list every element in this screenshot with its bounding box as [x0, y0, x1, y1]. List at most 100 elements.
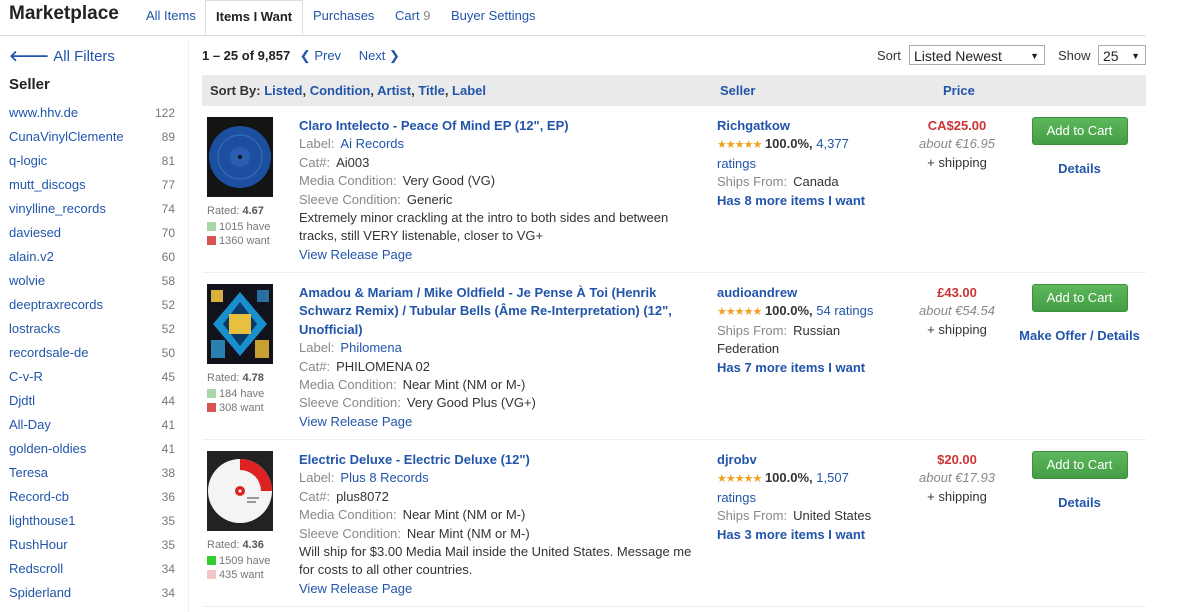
want-text: 435 want [219, 569, 264, 581]
seller-filter-item[interactable]: Teresa 38 [9, 461, 175, 485]
show-select[interactable]: 25 ▼ [1098, 45, 1146, 65]
media-key: Media Condition: [299, 507, 397, 523]
seller-filter-count: 58 [161, 274, 175, 288]
seller-filter-item[interactable]: deeptraxrecords 52 [9, 293, 175, 317]
seller-filter-name: lostracks [9, 321, 61, 336]
seller-filter-count: 70 [161, 226, 175, 240]
sort-listed-link[interactable]: Listed [264, 83, 302, 98]
add-to-cart-button[interactable]: Add to Cart [1031, 451, 1128, 479]
seller-column-header[interactable]: Seller [720, 83, 755, 98]
release-title-link[interactable]: Claro Intelecto - Peace Of Mind EP (12",… [299, 118, 569, 133]
more-items-link[interactable]: Has 7 more items I want [717, 360, 865, 375]
item-price: £43.00 [937, 285, 977, 300]
seller-filter-item[interactable]: wolvie 58 [9, 269, 175, 293]
view-release-link[interactable]: View Release Page [299, 414, 412, 429]
seller-filter-item[interactable]: Spiderland 34 [9, 581, 175, 605]
seller-filter-count: 41 [161, 442, 175, 456]
seller-filter-item[interactable]: daviesed 70 [9, 221, 175, 245]
ratings-count-link[interactable]: 4,377 [816, 136, 849, 151]
seller-filter-item[interactable]: lighthouse1 35 [9, 509, 175, 533]
have-count: 184 have [207, 388, 264, 401]
release-thumbnail[interactable] [207, 117, 273, 197]
seller-filter-name: All-Day [9, 417, 51, 432]
seller-filter-item[interactable]: CunaVinylClemente 89 [9, 125, 175, 149]
seller-filter-item[interactable]: recordsale-de 50 [9, 341, 175, 365]
record-cover-icon [207, 117, 273, 197]
details-link[interactable]: Details [1017, 161, 1142, 176]
add-to-cart-button[interactable]: Add to Cart [1031, 117, 1128, 145]
ratings-count-link[interactable]: 1,507 [816, 470, 849, 485]
seller-filter-count: 41 [161, 418, 175, 432]
view-release-link[interactable]: View Release Page [299, 581, 412, 596]
sort-condition-link[interactable]: Condition [310, 83, 371, 98]
next-page-link[interactable]: Next ❯ [359, 48, 400, 63]
all-filters-link[interactable]: 🡐 All Filters [9, 46, 115, 65]
more-items-link[interactable]: Has 3 more items I want [717, 527, 865, 542]
cat-value: Ai003 [336, 154, 370, 170]
want-swatch [207, 236, 216, 245]
tab-cart[interactable]: Cart 9 [395, 8, 430, 23]
seller-name-link[interactable]: audioandrew [717, 285, 797, 300]
seller-filter-item[interactable]: Djdtl 44 [9, 389, 175, 413]
sort-by-label: Sort By: [210, 83, 261, 98]
converted-price: about €54.54 [919, 303, 995, 319]
sleeve-key: Sleeve Condition: [299, 395, 401, 411]
tab-items-i-want[interactable]: Items I Want [205, 0, 304, 35]
seller-name-link[interactable]: djrobv [717, 452, 757, 467]
make-offer-details-link[interactable]: Make Offer / Details [1017, 328, 1142, 343]
converted-price: about €16.95 [919, 136, 995, 152]
next-label: Next [358, 48, 386, 63]
rated-label: Rated: [207, 539, 240, 551]
ships-from-value: United States [793, 508, 872, 524]
add-to-cart-button[interactable]: Add to Cart [1031, 284, 1128, 312]
seller-percent: 100.0%, [764, 136, 813, 152]
seller-filter-item[interactable]: mutt_discogs 77 [9, 173, 175, 197]
seller-filter-count: 34 [161, 586, 175, 600]
seller-filter-item[interactable]: lostracks 52 [9, 317, 175, 341]
tab-purchases[interactable]: Purchases [313, 8, 374, 23]
seller-filter-item[interactable]: golden-oldies 41 [9, 437, 175, 461]
label-key: Label: [299, 340, 335, 356]
release-title-link[interactable]: Electric Deluxe - Electric Deluxe (12") [299, 452, 530, 467]
details-link[interactable]: Details [1017, 495, 1142, 510]
seller-filter-item[interactable]: vinylline_records 74 [9, 197, 175, 221]
seller-comment: Will ship for $3.00 Media Mail inside th… [299, 544, 692, 578]
seller-filter-item[interactable]: RushHour 35 [9, 533, 175, 557]
label-link[interactable]: Plus 8 Records [340, 470, 428, 485]
ratings-word-link[interactable]: ratings [717, 490, 756, 505]
item-info: Claro Intelecto - Peace Of Mind EP (12",… [299, 117, 694, 264]
cat-value: PHILOMENA 02 [336, 358, 431, 374]
release-thumbnail[interactable] [207, 284, 273, 364]
tab-all-items[interactable]: All Items [146, 8, 196, 23]
release-title-link[interactable]: Amadou & Mariam / Mike Oldfield - Je Pen… [299, 285, 672, 337]
sort-artist-link[interactable]: Artist [377, 83, 411, 98]
seller-filter-name: alain.v2 [9, 249, 54, 264]
view-release-link[interactable]: View Release Page [299, 247, 412, 262]
seller-filter-item[interactable]: www.hhv.de 122 [9, 101, 175, 125]
seller-filter-item[interactable]: All-Day 41 [9, 413, 175, 437]
seller-filter-count: 50 [161, 346, 175, 360]
table-row: Rated: 4.36 1509 have 435 want Electric … [202, 441, 1146, 607]
ratings-word-link[interactable]: ratings [717, 156, 756, 171]
sort-title-link[interactable]: Title [418, 83, 445, 98]
tab-buyer-settings[interactable]: Buyer Settings [451, 8, 536, 23]
sort-select-value: Listed Newest [914, 48, 1002, 64]
price-column-header[interactable]: Price [943, 83, 975, 98]
prev-page-link[interactable]: ❮ Prev [300, 48, 341, 63]
more-items-link[interactable]: Has 8 more items I want [717, 193, 865, 208]
seller-filter-item[interactable]: C-v-R 45 [9, 365, 175, 389]
seller-filter-item[interactable]: alain.v2 60 [9, 245, 175, 269]
seller-filter-item[interactable]: q-logic 81 [9, 149, 175, 173]
seller-filter-item[interactable]: Record-cb 36 [9, 485, 175, 509]
label-link[interactable]: Ai Records [340, 136, 404, 151]
label-link[interactable]: Philomena [340, 340, 401, 355]
seller-filter-item[interactable]: Redscroll 34 [9, 557, 175, 581]
sort-label-link[interactable]: Label [452, 83, 486, 98]
sort-select[interactable]: Listed Newest ▼ [909, 45, 1045, 65]
media-key: Media Condition: [299, 377, 397, 393]
release-thumbnail[interactable] [207, 451, 273, 531]
price-info: £43.00 about €54.54 + shipping [907, 284, 1007, 339]
seller-name-link[interactable]: Richgatkow [717, 118, 790, 133]
seller-filter-name: vinylline_records [9, 201, 106, 216]
ratings-count-link[interactable]: 54 ratings [816, 303, 873, 318]
